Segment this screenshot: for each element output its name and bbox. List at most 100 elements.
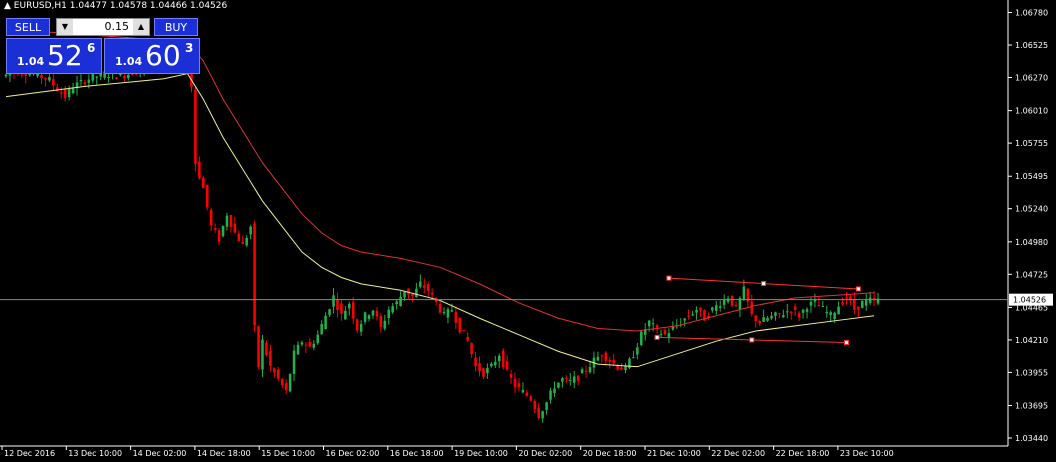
- candle-body: [580, 369, 584, 374]
- candle-body: [415, 288, 418, 298]
- candle-body: [864, 299, 868, 306]
- candle-body: [308, 341, 312, 347]
- candle-body: [454, 312, 458, 323]
- channel-anchor-point: [843, 339, 849, 345]
- candle-body: [273, 368, 276, 373]
- candle-body: [754, 315, 758, 322]
- candle-body: [403, 291, 406, 298]
- candle-body: [714, 305, 718, 311]
- candle-body: [127, 74, 130, 79]
- bid-price-button[interactable]: 1.04 52 6: [6, 38, 102, 74]
- candle-body: [872, 298, 876, 300]
- candle-body: [691, 314, 694, 316]
- time-tick-label: 13 Dec 10:00: [68, 449, 122, 458]
- candle-body: [312, 343, 316, 348]
- candle-body: [722, 299, 726, 305]
- candle-body: [486, 367, 489, 373]
- candle-body: [801, 309, 805, 313]
- candle-body: [766, 317, 769, 321]
- candle-body: [387, 309, 391, 319]
- channel-anchor-point: [855, 286, 861, 292]
- candle-body: [265, 342, 268, 356]
- candle-body: [572, 376, 576, 383]
- candle-body: [604, 352, 608, 361]
- candle-body: [750, 301, 754, 315]
- candle-body: [837, 306, 840, 315]
- candle-body: [513, 378, 517, 388]
- candle-body: [328, 309, 331, 315]
- candle-body: [817, 305, 821, 307]
- candle-body: [202, 177, 205, 189]
- candle-body: [501, 350, 505, 368]
- candle-body: [545, 402, 548, 411]
- candle-body: [584, 370, 588, 372]
- candle-body: [269, 350, 272, 366]
- lot-increase-icon[interactable]: ▲: [133, 19, 149, 35]
- candle-body: [845, 297, 848, 299]
- candle-body: [217, 230, 221, 242]
- candle-body: [379, 315, 383, 328]
- time-tick-label: 16 Dec 18:00: [390, 449, 444, 458]
- candle-body: [647, 320, 651, 327]
- candle-body: [478, 363, 481, 372]
- candle-body: [40, 74, 43, 79]
- candle-body: [588, 366, 592, 373]
- candle-body: [316, 334, 320, 344]
- candle-body: [470, 343, 473, 355]
- candle-body: [789, 311, 793, 313]
- lot-size-field[interactable]: ▼ 0.15 ▲: [56, 18, 150, 36]
- lot-decrease-icon[interactable]: ▼: [57, 19, 73, 35]
- moving-average-fast: [5, 73, 875, 368]
- ask-big: 60: [145, 39, 181, 72]
- candle-body: [95, 76, 99, 78]
- candle-body: [868, 297, 872, 303]
- candle-body: [553, 388, 556, 394]
- candle-body: [805, 309, 809, 312]
- candle-body: [44, 78, 47, 80]
- collapse-arrow-icon[interactable]: ▲: [4, 1, 11, 11]
- candle-body: [695, 310, 698, 313]
- candle-body: [683, 318, 686, 321]
- candle-body: [462, 330, 466, 332]
- time-tick-label: 14 Dec 02:00: [133, 449, 187, 458]
- channel-mid-point: [761, 281, 767, 287]
- time-tick-label: 15 Dec 10:00: [261, 449, 315, 458]
- candle-body: [833, 312, 836, 319]
- candle-body: [829, 312, 832, 315]
- candle-body: [107, 76, 110, 78]
- candle-body: [612, 359, 615, 364]
- candle-body: [237, 233, 241, 242]
- ask-price-button[interactable]: 1.04 60 3: [104, 38, 200, 74]
- buy-button[interactable]: BUY: [154, 18, 198, 36]
- channel-anchor-point: [666, 275, 672, 281]
- time-tick-label: 16 Dec 02:00: [326, 449, 380, 458]
- candle-body: [359, 323, 363, 332]
- candle-body: [841, 302, 844, 305]
- candle-body: [383, 320, 387, 329]
- candle-body: [59, 92, 63, 94]
- candle-body: [324, 315, 327, 330]
- candle-body: [521, 389, 525, 393]
- sell-button[interactable]: SELL: [6, 18, 50, 36]
- candle-body: [482, 368, 485, 377]
- candle-body: [659, 334, 663, 336]
- candle-body: [83, 82, 87, 85]
- candle-body: [198, 161, 201, 179]
- candle-body: [348, 303, 351, 309]
- candle-body: [770, 315, 773, 319]
- candle-body: [391, 306, 394, 313]
- candle-body: [336, 299, 339, 310]
- candle-body: [363, 312, 367, 322]
- candle-body: [490, 363, 493, 367]
- price-tick-label: 1.04725: [1015, 270, 1048, 279]
- candle-body: [786, 311, 789, 313]
- price-tick-label: 1.05495: [1015, 172, 1048, 181]
- candle-body: [351, 302, 355, 319]
- lot-size-value[interactable]: 0.15: [105, 19, 130, 35]
- candle-body: [284, 383, 288, 391]
- candle-body: [450, 310, 454, 312]
- candle-body: [853, 299, 856, 310]
- candle-body: [320, 324, 323, 335]
- candle-body: [813, 300, 817, 302]
- candle-body: [300, 342, 304, 345]
